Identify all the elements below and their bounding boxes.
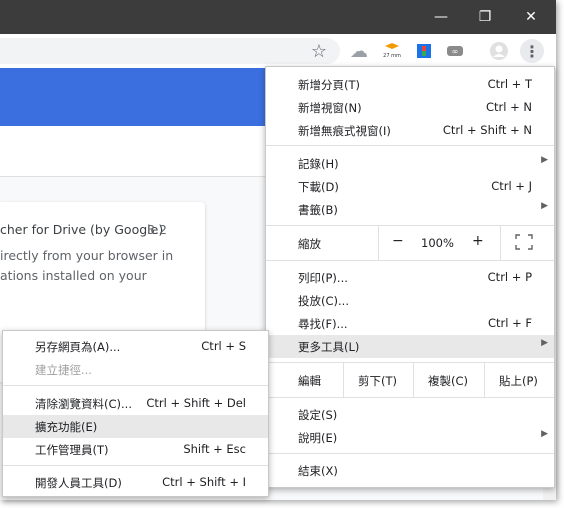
menu-item-new-tab[interactable]: 新增分頁(T) Ctrl + T bbox=[266, 73, 554, 96]
menu-label: 說明(E) bbox=[298, 431, 338, 445]
menu-divider bbox=[484, 363, 485, 397]
cloud-icon[interactable]: ☁ bbox=[349, 41, 369, 62]
extension-flag-icon[interactable] bbox=[414, 41, 434, 61]
menu-label: 建立捷徑... bbox=[35, 363, 92, 377]
menu-label: 設定(S) bbox=[298, 408, 338, 422]
menu-item-print[interactable]: 列印(P)... Ctrl + P bbox=[266, 266, 554, 289]
submenu-item-task-manager[interactable]: 工作管理員(T) Shift + Esc bbox=[3, 438, 268, 461]
menu-label: 新增分頁(T) bbox=[298, 78, 360, 92]
menu-shortcut: Ctrl + T bbox=[487, 77, 532, 91]
menu-divider bbox=[266, 453, 554, 454]
browser-toolbar: ☆ ☁ 27 mm ∞ ⋮ bbox=[0, 34, 556, 69]
menu-label: 工作管理員(T) bbox=[35, 443, 109, 457]
menu-item-find[interactable]: 尋找(F)... Ctrl + F bbox=[266, 312, 554, 335]
minimize-icon[interactable]: — bbox=[418, 0, 464, 34]
menu-label: 下載(D) bbox=[298, 180, 339, 194]
submenu-arrow-icon: ▶ bbox=[541, 338, 548, 348]
menu-item-new-incognito[interactable]: 新增無痕式視窗(I) Ctrl + Shift + N bbox=[266, 119, 554, 142]
menu-item-settings[interactable]: 設定(S) bbox=[266, 403, 554, 426]
extension-ruler-icon[interactable]: 27 mm bbox=[382, 41, 402, 61]
zoom-label: 縮放 bbox=[298, 237, 321, 251]
menu-divider bbox=[266, 397, 554, 398]
menu-divider bbox=[378, 226, 379, 260]
menu-shortcut: Ctrl + J bbox=[491, 179, 532, 193]
chrome-main-menu: 新增分頁(T) Ctrl + T 新增視窗(N) Ctrl + N 新增無痕式視… bbox=[265, 66, 555, 488]
card-title: cher for Drive (by Google) bbox=[0, 222, 164, 237]
menu-shortcut: Ctrl + N bbox=[485, 100, 532, 114]
menu-item-help[interactable]: 說明(E) ▶ bbox=[266, 426, 554, 449]
menu-label: 書籤(B) bbox=[298, 203, 338, 217]
menu-divider bbox=[3, 385, 268, 386]
menu-zoom-row: 縮放 − 100% + bbox=[266, 226, 554, 260]
menu-item-more-tools[interactable]: 更多工具(L) ▶ bbox=[266, 335, 554, 358]
menu-divider bbox=[3, 465, 268, 466]
zoom-in-button[interactable]: + bbox=[472, 233, 484, 249]
zoom-level: 100% bbox=[421, 236, 454, 250]
menu-label: 新增無痕式視窗(I) bbox=[298, 124, 391, 138]
menu-item-exit[interactable]: 結束(X) bbox=[266, 459, 554, 482]
submenu-item-extensions[interactable]: 擴充功能(E) bbox=[3, 415, 268, 438]
submenu-item-save-page[interactable]: 另存網頁為(A)... Ctrl + S bbox=[3, 335, 268, 358]
menu-divider bbox=[413, 363, 414, 397]
menu-label: 擴充功能(E) bbox=[35, 420, 98, 434]
menu-item-bookmarks[interactable]: 書籤(B) ▶ bbox=[266, 198, 554, 221]
menu-divider bbox=[266, 145, 554, 146]
menu-divider bbox=[500, 226, 501, 260]
card-rating: 3.2 bbox=[147, 222, 167, 237]
menu-label: 新增視窗(N) bbox=[298, 101, 362, 115]
card-description-line-2: ations installed on your bbox=[0, 268, 147, 283]
zoom-out-button[interactable]: − bbox=[392, 233, 404, 249]
menu-label: 另存網頁為(A)... bbox=[35, 340, 121, 354]
menu-shortcut: Ctrl + S bbox=[201, 339, 246, 353]
fullscreen-icon[interactable] bbox=[515, 234, 533, 253]
menu-edit-row: 編輯 剪下(T) 複製(C) 貼上(P) bbox=[266, 363, 554, 397]
menu-shortcut: Ctrl + Shift + Del bbox=[146, 396, 246, 410]
menu-label: 尋找(F)... bbox=[298, 317, 348, 331]
menu-label: 清除瀏覽資料(C)... bbox=[35, 397, 132, 411]
menu-divider bbox=[343, 363, 344, 397]
bookmark-star-icon[interactable]: ☆ bbox=[309, 41, 329, 62]
menu-shortcut: Ctrl + P bbox=[487, 270, 532, 284]
cut-button[interactable]: 剪下(T) bbox=[358, 373, 397, 389]
paste-button[interactable]: 貼上(P) bbox=[499, 373, 538, 389]
menu-shortcut: Shift + Esc bbox=[183, 442, 246, 456]
submenu-item-clear-data[interactable]: 清除瀏覽資料(C)... Ctrl + Shift + Del bbox=[3, 392, 268, 415]
menu-item-cast[interactable]: 投放(C)... bbox=[266, 289, 554, 312]
more-menu-icon[interactable]: ⋮ bbox=[520, 39, 544, 63]
menu-item-history[interactable]: 記錄(H) ▶ bbox=[266, 152, 554, 175]
more-tools-submenu: 另存網頁為(A)... Ctrl + S 建立捷徑... 清除瀏覽資料(C)..… bbox=[2, 330, 269, 497]
title-bar: — ❐ ✕ bbox=[0, 0, 556, 34]
submenu-item-devtools[interactable]: 開發人員工具(D) Ctrl + Shift + I bbox=[3, 471, 268, 494]
menu-item-new-window[interactable]: 新增視窗(N) Ctrl + N bbox=[266, 96, 554, 119]
menu-shortcut: Ctrl + Shift + N bbox=[442, 123, 532, 137]
menu-label: 投放(C)... bbox=[298, 294, 349, 308]
copy-button[interactable]: 複製(C) bbox=[428, 373, 468, 389]
profile-avatar-icon[interactable] bbox=[489, 41, 509, 61]
menu-shortcut: Ctrl + F bbox=[487, 316, 532, 330]
menu-label: 記錄(H) bbox=[298, 157, 339, 171]
menu-item-downloads[interactable]: 下載(D) Ctrl + J bbox=[266, 175, 554, 198]
menu-divider bbox=[266, 260, 554, 261]
restore-icon[interactable]: ❐ bbox=[462, 0, 508, 34]
menu-shortcut: Ctrl + Shift + I bbox=[162, 475, 246, 489]
menu-label: 列印(P)... bbox=[298, 271, 348, 285]
extension-badge-text: 27 mm bbox=[383, 53, 401, 59]
close-icon[interactable]: ✕ bbox=[508, 0, 554, 34]
svg-text:∞: ∞ bbox=[452, 47, 459, 56]
extension-infinity-icon[interactable]: ∞ bbox=[445, 41, 465, 61]
menu-label: 開發人員工具(D) bbox=[35, 476, 122, 490]
card-description-line-1: irectly from your browser in bbox=[0, 248, 174, 263]
submenu-arrow-icon: ▶ bbox=[541, 429, 548, 439]
menu-label: 更多工具(L) bbox=[298, 340, 360, 354]
menu-label: 結束(X) bbox=[298, 464, 338, 478]
submenu-arrow-icon: ▶ bbox=[541, 155, 548, 165]
submenu-item-create-shortcut: 建立捷徑... bbox=[3, 358, 268, 381]
address-bar[interactable] bbox=[0, 38, 340, 64]
edit-label: 編輯 bbox=[298, 374, 321, 388]
submenu-arrow-icon: ▶ bbox=[541, 201, 548, 211]
